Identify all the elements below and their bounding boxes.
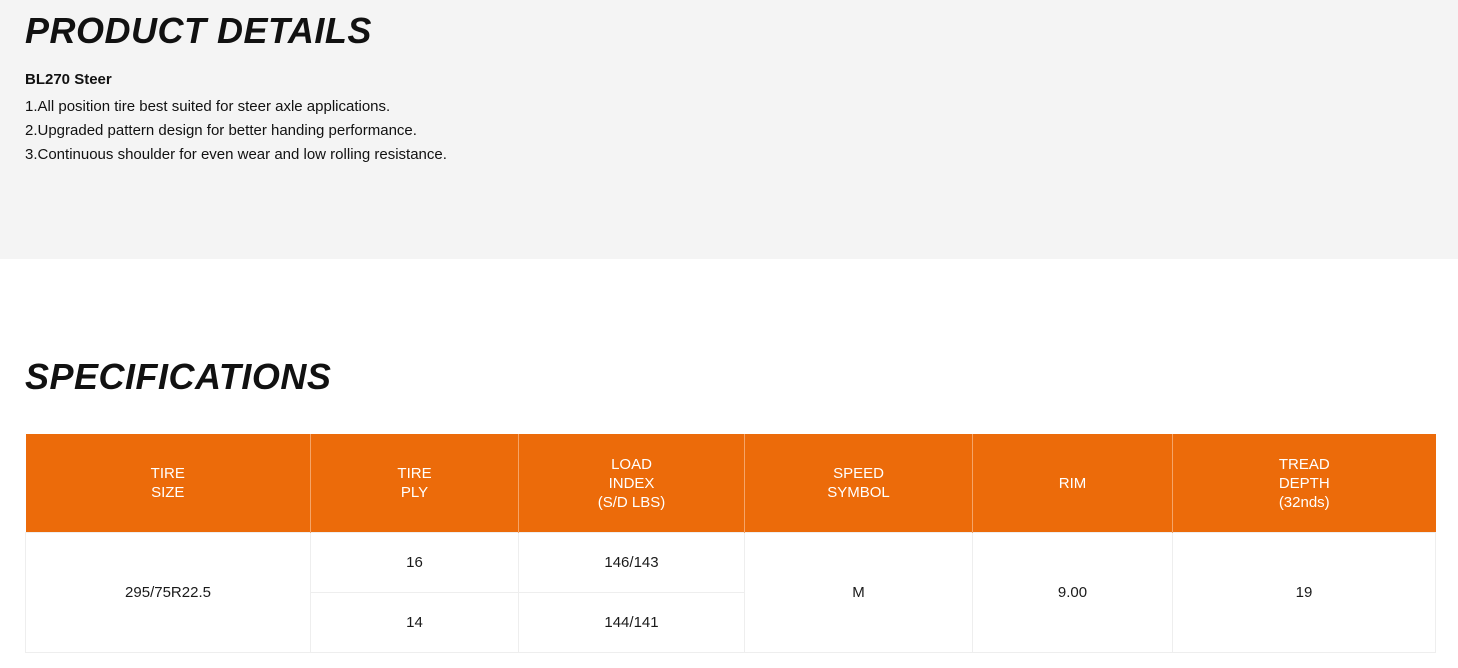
feature-item: 2.Upgraded pattern design for better han… <box>25 122 417 139</box>
header-line: DEPTH <box>1278 474 1330 492</box>
header-line: SPEED <box>833 465 884 482</box>
cell-tread-depth: 19 <box>1172 532 1436 653</box>
table-row: 295/75R22.5 16 146/143 M 9.00 19 <box>25 532 1436 653</box>
cell-load-index: 146/143 <box>518 532 745 593</box>
header-line: TIRE <box>150 465 185 482</box>
feature-item: 1.All position tire best suited for stee… <box>25 98 391 115</box>
header-load-index: LOAD INDEX (S/D LBS) <box>518 434 745 533</box>
cell-tire-ply: 14 <box>310 592 519 653</box>
header-line: PLY <box>400 484 429 501</box>
specifications-table: TIRE SIZE TIRE PLY LOAD INDEX (S/D LBS) … <box>25 434 1436 653</box>
specifications-title: SPECIFICATIONS <box>25 356 332 397</box>
header-line: LOAD <box>611 455 652 473</box>
header-tire-size: TIRE SIZE <box>25 434 311 533</box>
header-line: (S/D LBS) <box>597 493 666 511</box>
product-details-title: PRODUCT DETAILS <box>25 10 372 51</box>
cell-tire-size: 295/75R22.5 <box>25 532 311 653</box>
product-name: BL270 Steer <box>25 71 112 88</box>
cell-rim: 9.00 <box>972 532 1173 653</box>
header-speed-symbol: SPEED SYMBOL <box>744 434 973 533</box>
cell-speed-symbol: M <box>744 532 973 653</box>
feature-item: 3.Continuous shoulder for even wear and … <box>25 146 447 163</box>
header-line: INDEX <box>608 474 655 492</box>
table-header-row: TIRE SIZE TIRE PLY LOAD INDEX (S/D LBS) … <box>25 434 1436 533</box>
feature-list: 1.All position tire best suited for stee… <box>25 95 447 167</box>
header-line: TREAD <box>1278 455 1330 473</box>
header-tread-depth: TREAD DEPTH (32nds) <box>1172 434 1436 533</box>
header-line: SYMBOL <box>827 484 890 501</box>
cell-load-index: 144/141 <box>518 592 745 653</box>
header-line: (32nds) <box>1278 493 1330 511</box>
cell-tire-ply: 16 <box>310 532 519 593</box>
header-tire-ply: TIRE PLY <box>310 434 519 533</box>
header-rim: RIM <box>972 434 1173 533</box>
product-details-section: PRODUCT DETAILS BL270 Steer 1.All positi… <box>0 0 1458 259</box>
header-line: SIZE <box>151 484 185 501</box>
header-line: RIM <box>1058 474 1087 492</box>
header-line: TIRE <box>397 465 432 482</box>
